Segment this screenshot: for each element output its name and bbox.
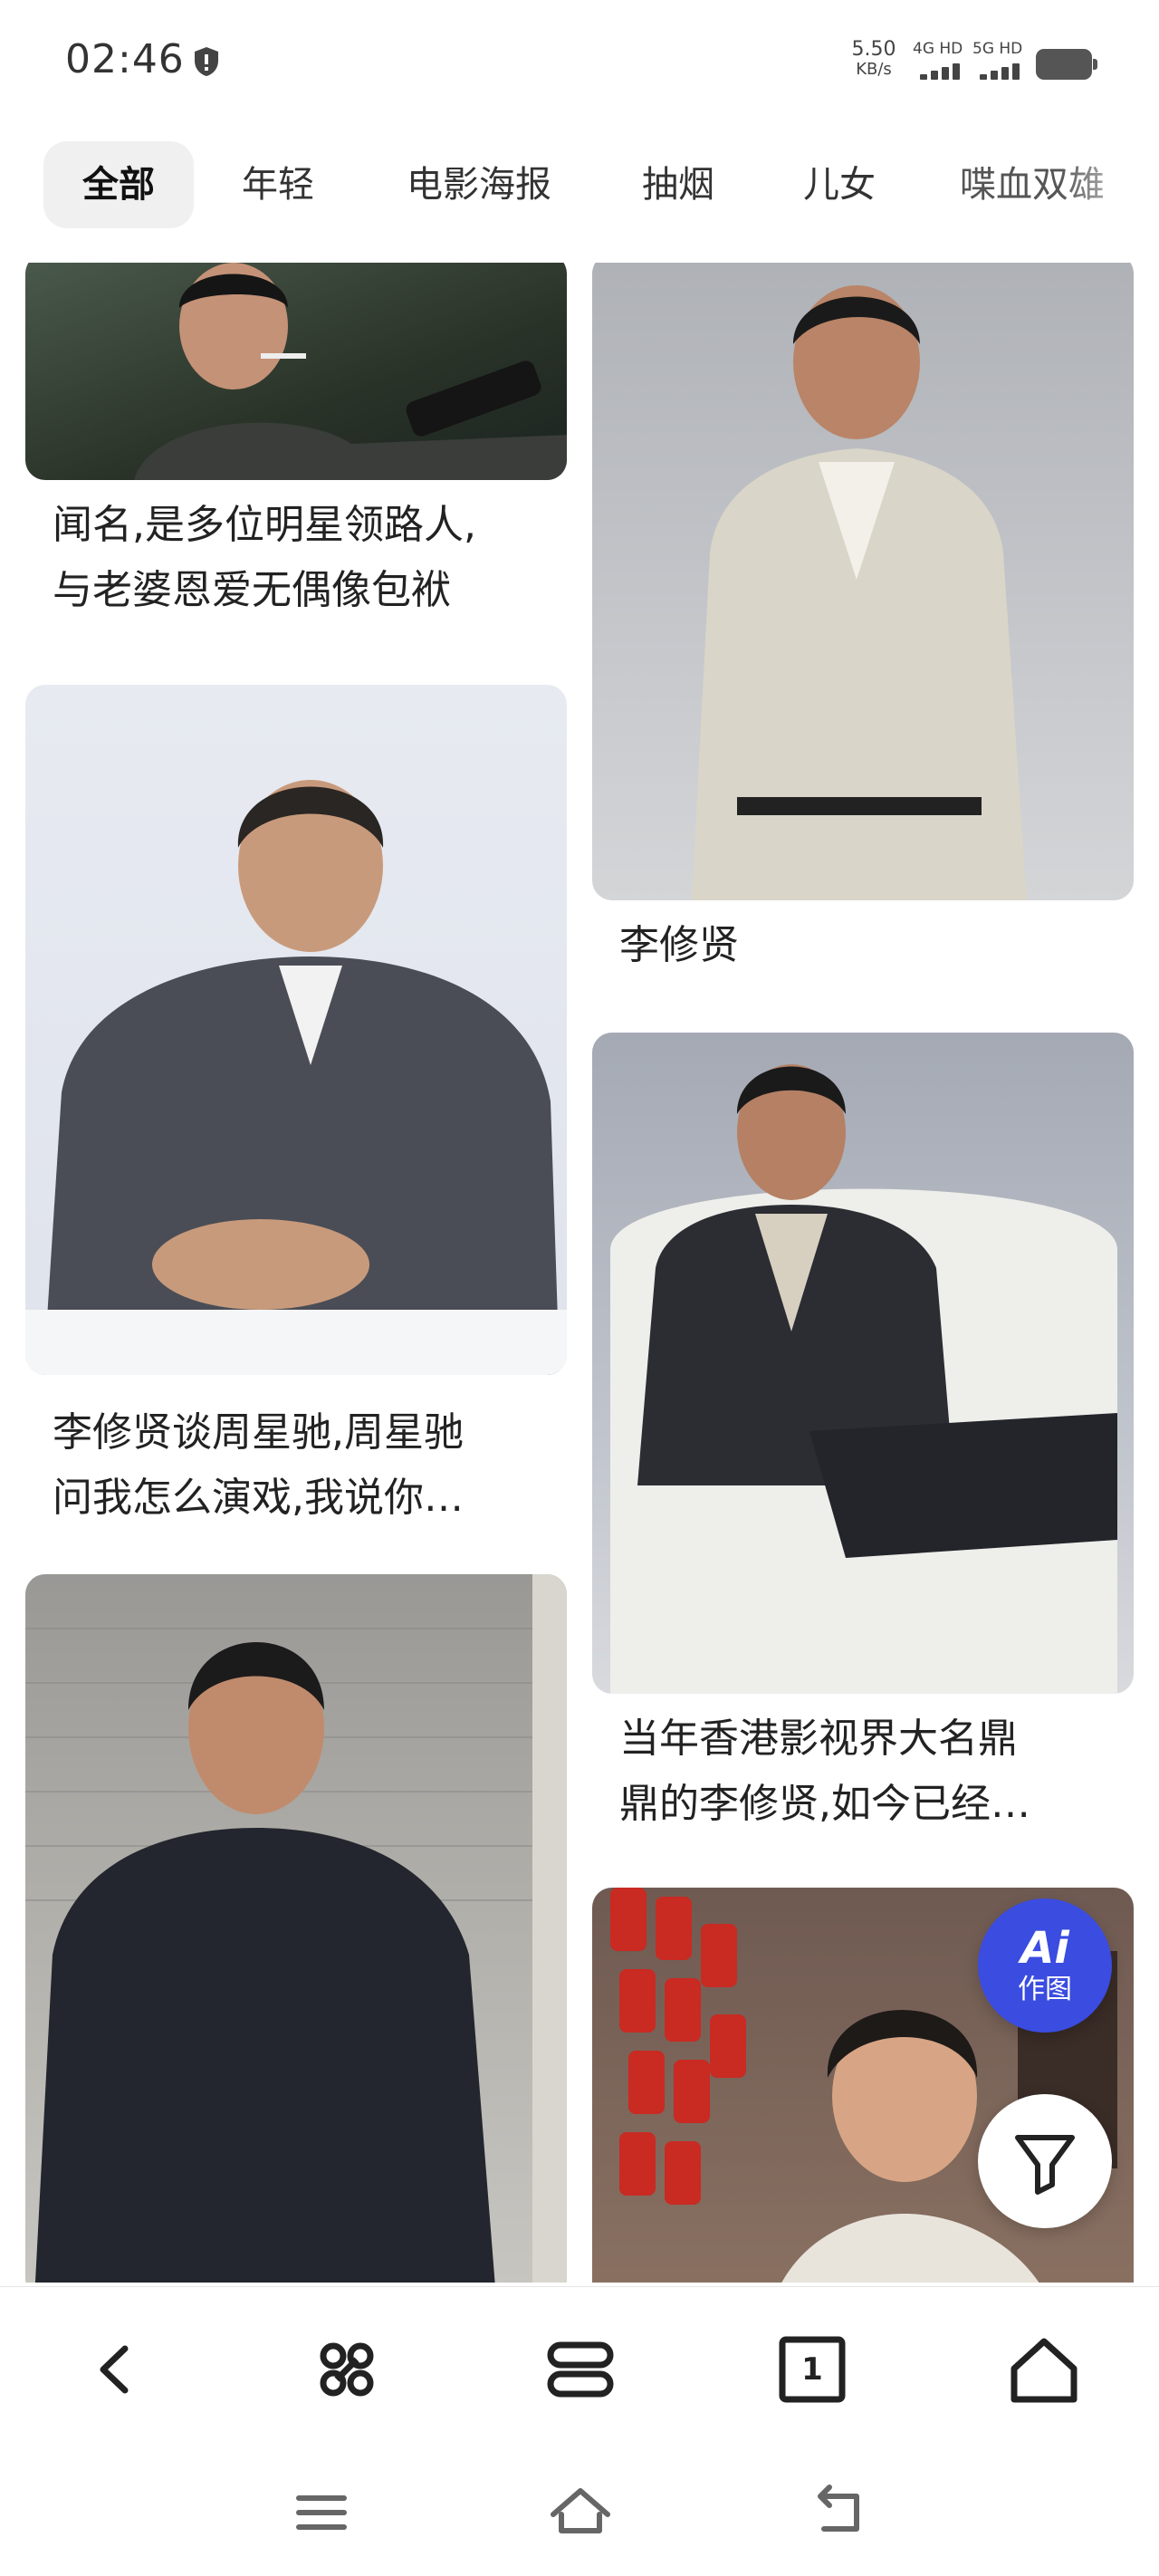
stack-icon — [547, 2341, 614, 2398]
tabs-overview-button[interactable] — [531, 2320, 630, 2419]
card-image[interactable] — [592, 263, 1134, 900]
filter-button[interactable] — [978, 2094, 1112, 2228]
battery-icon — [1036, 49, 1097, 80]
sim1-label: 4G HD — [913, 40, 963, 58]
card-caption-line: 问我怎么演戏,我说你… — [53, 1475, 464, 1521]
card-image[interactable] — [25, 1574, 567, 2283]
signal-sim2-icon: 5G HD — [972, 40, 1034, 83]
category-tabs: 全部 年轻 电影海报 抽烟 儿女 喋血双雄 — [0, 136, 1159, 235]
ai-icon: Ai — [1020, 1923, 1069, 1974]
system-home-button[interactable] — [540, 2476, 621, 2549]
image-card[interactable] — [25, 1574, 567, 2283]
system-navigation — [0, 2449, 1159, 2576]
image-card[interactable]: 李修贤 — [592, 263, 1134, 996]
command-icon — [320, 2342, 374, 2397]
tab-smoking[interactable]: 抽烟 — [621, 141, 735, 228]
card-caption-line: 当年香港影视界大名鼎 — [619, 1716, 1018, 1762]
browser-toolbar: 1 — [0, 2286, 1159, 2450]
tab-count-button[interactable]: 1 — [762, 2320, 862, 2419]
back-button[interactable] — [65, 2320, 165, 2419]
network-speed-value: 5.50 — [851, 38, 896, 61]
system-back-button[interactable] — [797, 2476, 878, 2549]
home-icon — [1011, 2338, 1078, 2403]
card-image[interactable] — [25, 685, 567, 1375]
card-caption-line: 闻名,是多位明星领路人, — [53, 502, 476, 548]
card-caption-line: 李修贤谈周星驰,周星驰 — [53, 1409, 464, 1456]
apps-button[interactable] — [297, 2320, 397, 2419]
card-image[interactable] — [25, 263, 567, 480]
filter-icon — [1015, 2135, 1075, 2195]
image-card[interactable]: 闻名,是多位明星领路人, 与老婆恩爱无偶像包袱 — [25, 263, 567, 652]
home-outline-icon — [551, 2488, 610, 2533]
network-speed: 5.50 KB/s — [844, 40, 904, 80]
image-card[interactable]: 当年香港影视界大名鼎 鼎的李修贤,如今已经… — [592, 1033, 1134, 1848]
back-icon — [100, 2345, 129, 2394]
menu-icon — [296, 2495, 347, 2530]
card-caption-line: 与老婆恩爱无偶像包袱 — [53, 567, 451, 613]
tab-movie-poster[interactable]: 电影海报 — [384, 141, 574, 228]
tab-young[interactable]: 年轻 — [219, 141, 337, 228]
home-button[interactable] — [994, 2320, 1094, 2419]
clock: 02:46 — [65, 36, 185, 82]
signal-sim1-icon: 4G HD — [913, 40, 974, 83]
ai-create-button[interactable]: Ai 作图 — [978, 1898, 1112, 2033]
return-icon — [818, 2485, 859, 2532]
card-caption-line: 李修贤 — [619, 922, 739, 968]
tab-children[interactable]: 儿女 — [782, 141, 896, 228]
tab-count: 1 — [801, 2351, 823, 2388]
shield-icon — [192, 45, 221, 78]
card-caption-line: 鼎的李修贤,如今已经… — [619, 1781, 1030, 1827]
menu-button[interactable] — [281, 2476, 362, 2549]
ai-create-label: 作图 — [1018, 1974, 1072, 2005]
card-image[interactable] — [592, 1033, 1134, 1694]
sim2-label: 5G HD — [972, 40, 1023, 58]
tab-all[interactable]: 全部 — [43, 141, 194, 228]
image-card[interactable]: 李修贤谈周星驰,周星驰 问我怎么演戏,我说你… — [25, 685, 567, 1536]
network-speed-unit: KB/s — [856, 60, 892, 79]
status-bar: 02:46 5.50 KB/s 4G HD 5G HD — [0, 0, 1159, 127]
